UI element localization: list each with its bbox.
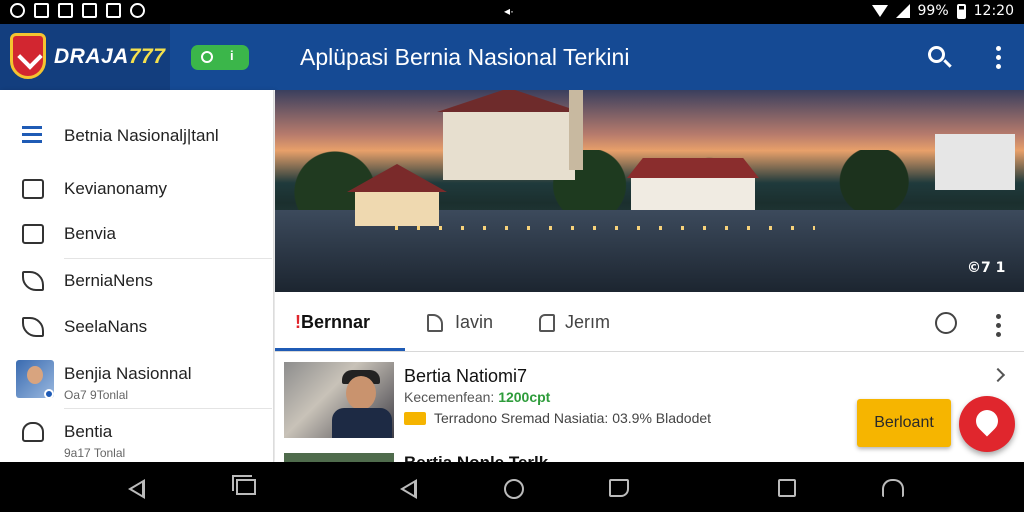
share-icon[interactable] — [882, 479, 904, 497]
hero-image-counter: ©7 1 — [967, 260, 1006, 276]
news-title: Bertia Nonle Terlk — [404, 453, 548, 462]
location-fab-button[interactable] — [959, 396, 1015, 452]
tab-beranda[interactable]: !Bernnar — [295, 312, 370, 333]
news-subtitle: Kecemenfean: 1200cpt — [404, 389, 551, 405]
wifi-icon — [871, 5, 888, 17]
bag-notification-icon — [106, 3, 121, 18]
system-nav-bar — [0, 462, 1024, 512]
drawer-item-home[interactable]: Betnia Nasionalj|tanl — [0, 114, 272, 160]
drawer-item-label: Benvia — [64, 224, 116, 243]
home-icon[interactable] — [504, 479, 524, 499]
drawer-item-label: Bentia — [64, 422, 113, 441]
drawer-item-subtitle: 9a17 Tonlal — [64, 446, 126, 460]
news-thumbnail — [284, 362, 394, 438]
toggle-pill-button[interactable]: i — [191, 45, 249, 70]
news-meta: Terradono Sremad Nasiatia: 03.9% Bladode… — [404, 410, 711, 426]
brand-name: DRAJA777 — [54, 45, 166, 68]
menu-icon — [22, 126, 44, 146]
drawer-item-favorites[interactable]: Kevianonamy — [0, 167, 272, 213]
image-notification-icon — [34, 3, 49, 18]
settings-notification-icon — [130, 3, 145, 18]
status-badge — [44, 389, 54, 399]
search-pill-icon — [201, 51, 213, 63]
tag-icon — [539, 314, 555, 332]
drawer-item-label: SeelaNans — [64, 317, 148, 336]
divider — [64, 408, 272, 409]
brand-logo[interactable]: DRAJA777 — [0, 24, 170, 90]
tab-overflow-button[interactable] — [993, 312, 1003, 337]
back-icon[interactable] — [400, 479, 417, 499]
temple — [437, 90, 581, 180]
active-tab-indicator — [275, 348, 405, 351]
drawer-item-special[interactable]: SeelaNans — [0, 305, 272, 351]
drawer-item-subtitle: Oa7 9Tonlal — [64, 388, 129, 402]
tab-bar: !Bernnar Iavin Jerım — [275, 292, 1024, 352]
drawer-item-profile[interactable]: Benjia Nasionnal Oa7 9Tonlal — [0, 352, 272, 408]
drawer-item-label: BerniaNens — [64, 271, 153, 290]
arrow-icon — [427, 314, 443, 332]
leaf-icon — [22, 271, 44, 291]
pill-mark: i — [230, 48, 234, 63]
map-pin-icon — [971, 405, 1003, 437]
recent-apps-icon[interactable] — [236, 479, 256, 495]
overflow-menu-button[interactable] — [992, 44, 1004, 72]
tag-icon — [404, 411, 426, 425]
navigation-drawer: Betnia Nasionalj|tanl Kevianonamy Benvia… — [0, 90, 274, 462]
tab-search-icon[interactable] — [935, 312, 957, 334]
thumbs-up-icon — [22, 179, 44, 199]
app-bar: DRAJA777 i Aplüpasi Bernia Nasional Terk… — [0, 24, 1024, 90]
shield-logo-icon — [10, 33, 46, 79]
clock: 12:20 — [973, 3, 1014, 19]
hero-image[interactable]: ©7 1 — [275, 90, 1024, 292]
news-title: Bertia Natiomi7 — [404, 366, 528, 386]
battery-percent: 99% — [917, 3, 949, 19]
document-icon[interactable] — [609, 479, 629, 497]
image-icon — [22, 224, 44, 244]
drawer-item-label: Benjia Nasionnal — [64, 364, 192, 383]
battery-icon — [956, 3, 966, 19]
riverside-house — [631, 176, 755, 210]
pavilion — [347, 164, 447, 226]
tab-tags[interactable]: Jerım — [565, 312, 610, 333]
message-notification-icon — [58, 3, 73, 18]
cta-button[interactable]: Berloant — [857, 399, 951, 447]
drawer-item-label: Kevianonamy — [64, 179, 168, 198]
chevron-right-icon[interactable] — [990, 367, 1006, 383]
overview-icon[interactable] — [778, 479, 796, 497]
signal-icon — [895, 4, 910, 18]
notification-icon — [10, 3, 25, 18]
drawer-item-national[interactable]: BerniaNens — [0, 259, 272, 305]
back-icon[interactable] — [128, 479, 145, 499]
page-title: Aplüpasi Bernia Nasional Terkini — [300, 44, 630, 70]
status-bar: ◂· 99% 12:20 — [0, 0, 1024, 24]
gallery-notification-icon — [82, 3, 97, 18]
search-button[interactable] — [926, 44, 954, 72]
rocket-icon — [22, 317, 44, 337]
news-thumbnail — [284, 453, 394, 462]
status-center-glyph: ◂· — [504, 4, 515, 18]
drawer-item-news[interactable]: Benvia — [0, 212, 272, 258]
tab-trending[interactable]: Iavin — [455, 312, 493, 333]
bell-icon — [22, 422, 44, 442]
drawer-item-notifications[interactable]: Bentia 9a17 Tonlal — [0, 410, 272, 462]
drawer-item-label: Betnia Nasionalj|tanl — [64, 126, 219, 145]
